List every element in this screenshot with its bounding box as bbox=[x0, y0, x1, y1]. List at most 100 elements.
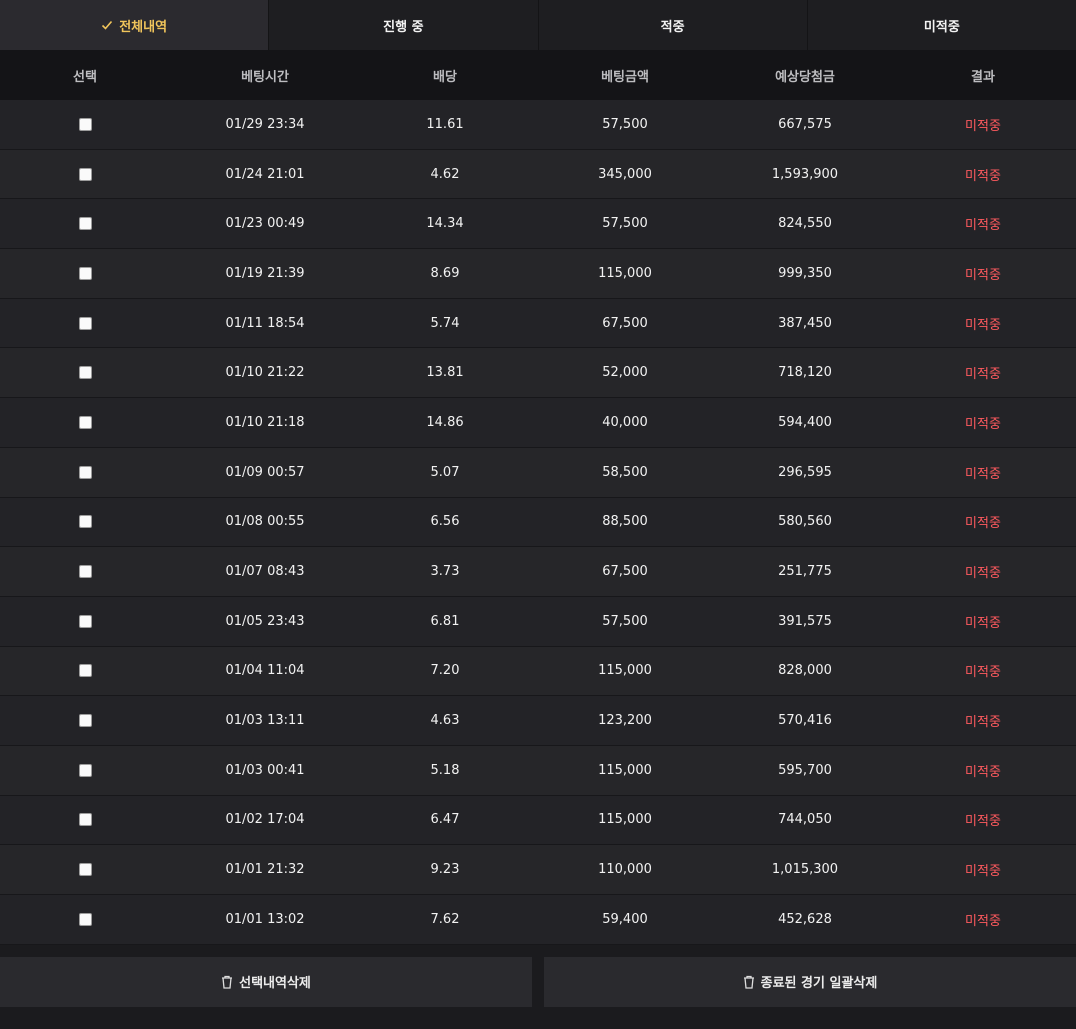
table-row: 01/09 00:57 5.07 58,500 296,595 미적중 bbox=[0, 447, 1076, 498]
expected-payout: 296,595 bbox=[778, 464, 832, 480]
bet-time: 01/02 17:04 bbox=[225, 812, 305, 828]
header-result: 결과 bbox=[971, 69, 995, 85]
tab-win[interactable]: 적중 bbox=[538, 0, 808, 50]
result-status: 미적중 bbox=[965, 665, 1001, 681]
filter-tabs: 전체내역 진행 중 적중 미적중 bbox=[0, 0, 1076, 50]
row-select-cell bbox=[0, 763, 170, 778]
result-status: 미적중 bbox=[965, 516, 1001, 532]
row-select-cell bbox=[0, 316, 170, 331]
expected-payout: 452,628 bbox=[778, 911, 832, 927]
bet-time: 01/11 18:54 bbox=[225, 315, 305, 331]
expected-payout: 594,400 bbox=[778, 414, 832, 430]
bet-amount: 58,500 bbox=[602, 464, 648, 480]
odds: 11.61 bbox=[426, 116, 464, 132]
result-status: 미적중 bbox=[965, 218, 1001, 234]
delete-selected-label: 선택내역삭제 bbox=[239, 976, 311, 992]
result-status: 미적중 bbox=[965, 466, 1001, 482]
expected-payout: 595,700 bbox=[778, 762, 832, 778]
expected-payout: 744,050 bbox=[778, 812, 832, 828]
table-row: 01/29 23:34 11.61 57,500 667,575 미적중 bbox=[0, 100, 1076, 150]
expected-payout: 570,416 bbox=[778, 713, 832, 729]
row-checkbox[interactable] bbox=[78, 465, 92, 479]
table-row: 01/01 21:32 9.23 110,000 1,015,300 미적중 bbox=[0, 845, 1076, 895]
bet-amount: 52,000 bbox=[602, 365, 648, 381]
tab-label: 전체내역 bbox=[119, 19, 168, 35]
row-checkbox[interactable] bbox=[78, 614, 92, 628]
bet-time: 01/10 21:18 bbox=[225, 414, 305, 430]
odds: 14.34 bbox=[426, 216, 464, 232]
row-checkbox[interactable] bbox=[78, 366, 92, 380]
table-row: 01/08 00:55 6.56 88,500 580,560 미적중 bbox=[0, 497, 1076, 548]
odds: 4.62 bbox=[430, 166, 460, 182]
bet-amount: 115,000 bbox=[598, 663, 652, 679]
header-expected-payout: 예상당첨금 bbox=[775, 69, 835, 85]
expected-payout: 718,120 bbox=[778, 365, 832, 381]
row-checkbox[interactable] bbox=[78, 415, 92, 429]
table-row: 01/10 21:22 13.81 52,000 718,120 미적중 bbox=[0, 348, 1076, 399]
bet-time: 01/01 13:02 bbox=[225, 911, 305, 927]
check-icon bbox=[102, 20, 113, 30]
header-bet-amount: 베팅금액 bbox=[601, 69, 649, 85]
trash-icon bbox=[743, 975, 754, 989]
bet-time: 01/09 00:57 bbox=[225, 464, 305, 480]
header-bet-time: 베팅시간 bbox=[241, 69, 289, 85]
row-checkbox[interactable] bbox=[78, 912, 92, 926]
bet-time: 01/04 11:04 bbox=[225, 663, 305, 679]
result-status: 미적중 bbox=[965, 367, 1001, 383]
row-checkbox[interactable] bbox=[78, 714, 92, 728]
row-checkbox[interactable] bbox=[78, 217, 92, 231]
bet-time: 01/03 13:11 bbox=[225, 713, 305, 729]
trash-icon bbox=[222, 975, 233, 989]
bet-amount: 345,000 bbox=[598, 166, 652, 182]
tab-in-progress[interactable]: 진행 중 bbox=[269, 0, 539, 50]
tab-all[interactable]: 전체내역 bbox=[0, 0, 270, 50]
odds: 8.69 bbox=[430, 265, 460, 281]
result-status: 미적중 bbox=[965, 416, 1001, 432]
bet-amount: 115,000 bbox=[598, 265, 652, 281]
row-checkbox[interactable] bbox=[78, 316, 92, 330]
delete-finished-label: 종료된 경기 일괄삭제 bbox=[760, 976, 878, 992]
bet-time: 01/08 00:55 bbox=[225, 514, 305, 530]
bet-amount: 115,000 bbox=[598, 812, 652, 828]
bet-amount: 123,200 bbox=[598, 713, 652, 729]
odds: 4.63 bbox=[430, 713, 460, 729]
row-select-cell bbox=[0, 614, 170, 629]
row-checkbox[interactable] bbox=[78, 167, 92, 181]
row-checkbox[interactable] bbox=[78, 565, 92, 579]
table-row: 01/04 11:04 7.20 115,000 828,000 미적중 bbox=[0, 646, 1076, 697]
tab-lose[interactable]: 미적중 bbox=[807, 0, 1076, 50]
row-select-cell bbox=[0, 415, 170, 430]
row-select-cell bbox=[0, 514, 170, 529]
expected-payout: 1,015,300 bbox=[771, 862, 839, 878]
bet-time: 01/10 21:22 bbox=[225, 365, 305, 381]
expected-payout: 1,593,900 bbox=[771, 166, 839, 182]
row-select-cell bbox=[0, 862, 170, 877]
row-checkbox[interactable] bbox=[78, 664, 92, 678]
header-select: 선택 bbox=[73, 69, 97, 85]
bet-time: 01/19 21:39 bbox=[225, 265, 305, 281]
odds: 6.81 bbox=[430, 613, 460, 629]
tab-label: 적중 bbox=[660, 19, 685, 35]
result-status: 미적중 bbox=[965, 615, 1001, 631]
delete-finished-button[interactable]: 종료된 경기 일괄삭제 bbox=[544, 956, 1076, 1007]
odds: 6.56 bbox=[430, 514, 460, 530]
row-select-cell bbox=[0, 812, 170, 827]
odds: 5.18 bbox=[430, 762, 460, 778]
result-status: 미적중 bbox=[965, 566, 1001, 582]
row-checkbox[interactable] bbox=[78, 763, 92, 777]
table-row: 01/10 21:18 14.86 40,000 594,400 미적중 bbox=[0, 398, 1076, 448]
row-checkbox[interactable] bbox=[78, 813, 92, 827]
row-select-cell bbox=[0, 216, 170, 231]
expected-payout: 999,350 bbox=[778, 265, 832, 281]
delete-selected-button[interactable]: 선택내역삭제 bbox=[0, 956, 532, 1007]
row-checkbox[interactable] bbox=[78, 266, 92, 280]
bet-time: 01/24 21:01 bbox=[225, 166, 305, 182]
bet-amount: 57,500 bbox=[602, 116, 648, 132]
bet-amount: 110,000 bbox=[598, 862, 652, 878]
row-select-cell bbox=[0, 167, 170, 182]
row-checkbox[interactable] bbox=[78, 863, 92, 877]
row-checkbox[interactable] bbox=[78, 515, 92, 529]
bet-amount: 57,500 bbox=[602, 216, 648, 232]
row-checkbox[interactable] bbox=[78, 117, 92, 131]
tab-label: 미적중 bbox=[923, 19, 960, 35]
